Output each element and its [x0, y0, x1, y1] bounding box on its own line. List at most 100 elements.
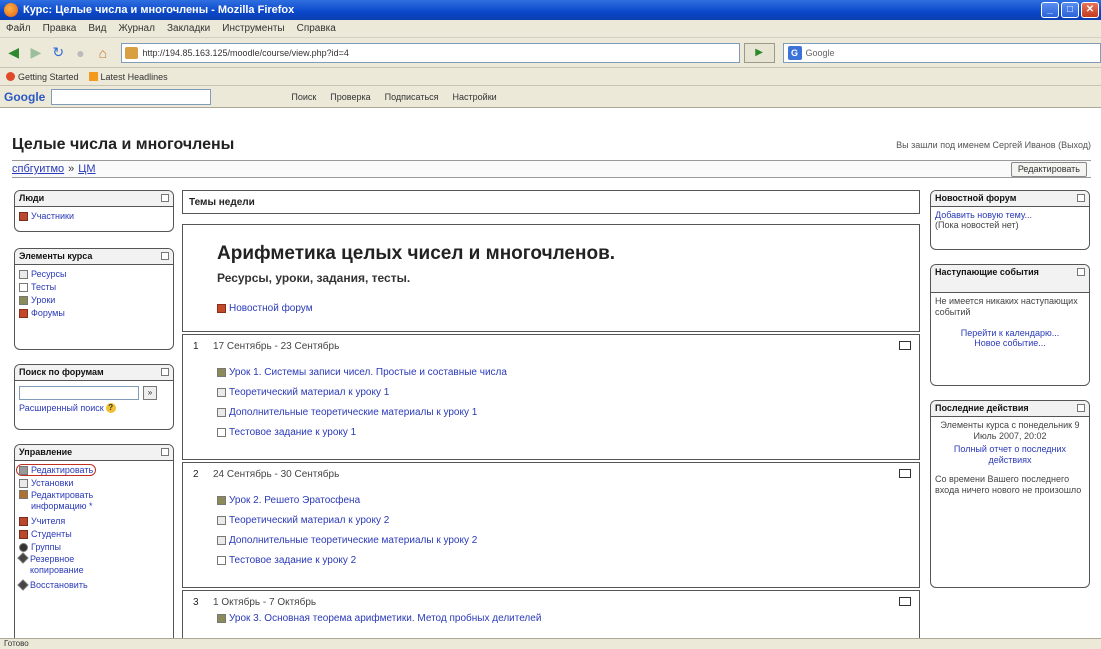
people-block: Люди Участники [14, 190, 174, 232]
link-label: Тесты [31, 282, 57, 292]
link-label: Форумы [31, 308, 65, 318]
google-toolbar-search[interactable] [51, 88, 212, 105]
help-icon[interactable]: ? [105, 403, 116, 413]
forward-arrow-icon[interactable]: ▶ [26, 43, 45, 63]
collapse-toggle-icon[interactable] [1077, 268, 1085, 276]
quiz-link[interactable]: Тестовое задание к уроку 2 [217, 553, 477, 567]
admin-students-link[interactable]: Студенты [19, 528, 169, 540]
firefox-bookmark-icon [6, 72, 15, 81]
bookmark-getting-started[interactable]: Getting Started [6, 72, 79, 82]
menu-view[interactable]: Вид [88, 23, 106, 34]
show-only-this-week-icon[interactable] [899, 341, 911, 350]
news-forum-link[interactable]: Новостной форум [217, 303, 313, 314]
admin-settings-link[interactable]: Установки [19, 477, 169, 489]
restore-icon [17, 579, 29, 591]
resource-link[interactable]: Теоретический материал к уроку 2 [217, 513, 477, 527]
new-event-link[interactable]: Новое событие... [935, 338, 1085, 348]
administration-block: Управление Редактировать Установки Редак… [14, 444, 174, 644]
stop-icon[interactable]: ● [71, 43, 90, 63]
breadcrumb-course[interactable]: ЦМ [78, 163, 95, 175]
quiz-icon [217, 555, 226, 565]
menu-help[interactable]: Справка [297, 23, 336, 34]
go-to-calendar-link[interactable]: Перейти к календарю... [935, 328, 1085, 338]
collapse-toggle-icon[interactable] [1077, 404, 1085, 412]
breadcrumb-separator: » [68, 163, 75, 175]
admin-teachers-link[interactable]: Учителя [19, 515, 169, 527]
admin-restore-link[interactable]: Восстановить [17, 579, 169, 591]
lesson-link[interactable]: Урок 1. Системы записи чисел. Простые и … [217, 365, 507, 379]
section-dates: 1 Октябрь - 7 Октябрь [213, 597, 317, 608]
advanced-search-link[interactable]: Расширенный поиск ? [19, 403, 169, 413]
window-titlebar: Курс: Целые числа и многочлены - Mozilla… [0, 0, 1101, 20]
google-settings-button[interactable]: Настройки [453, 92, 497, 102]
collapse-toggle-icon[interactable] [161, 252, 169, 260]
collapse-toggle-icon[interactable] [1077, 194, 1085, 202]
settings-icon [19, 478, 28, 488]
go-button[interactable]: ▶ [743, 42, 775, 63]
collapse-toggle-icon[interactable] [161, 368, 169, 376]
resources-link[interactable]: Ресурсы [19, 268, 169, 280]
resource-link[interactable]: Дополнительные теоретические материалы к… [217, 405, 507, 419]
search-box[interactable]: G Google [782, 42, 1101, 63]
login-info[interactable]: Вы зашли под именем Сергей Иванов (Выход… [896, 140, 1091, 150]
section-number: 3 [193, 597, 199, 608]
breadcrumb-home[interactable]: спбгуитмо [12, 163, 64, 175]
close-button[interactable]: ✕ [1081, 2, 1099, 18]
quiz-icon [19, 282, 28, 292]
forum-search-input[interactable] [19, 386, 139, 400]
forums-link[interactable]: Форумы [19, 307, 169, 319]
menu-edit[interactable]: Правка [43, 23, 77, 34]
minimize-button[interactable]: _ [1041, 2, 1059, 18]
lesson-link[interactable]: Урок 2. Решето Эратосфена [217, 493, 477, 507]
resource-icon [217, 515, 226, 525]
block-header: Люди [15, 191, 173, 207]
show-only-this-week-icon[interactable] [899, 469, 911, 478]
url-bar[interactable]: http://194.85.163.125/moodle/course/view… [121, 42, 740, 63]
menu-tools[interactable]: Инструменты [222, 23, 284, 34]
google-subscribe-button[interactable]: Подписаться [385, 92, 439, 102]
collapse-toggle-icon[interactable] [161, 448, 169, 456]
google-search-button[interactable]: Поиск [291, 92, 316, 102]
resource-link[interactable]: Теоретический материал к уроку 1 [217, 385, 507, 399]
bookmark-label: Latest Headlines [100, 71, 168, 82]
block-header: Элементы курса [15, 249, 173, 265]
menu-history[interactable]: Журнал [118, 23, 155, 34]
home-icon[interactable]: ⌂ [93, 43, 112, 63]
admin-groups-link[interactable]: Группы [19, 541, 169, 553]
admin-backup-link[interactable]: Резервное копирование [17, 552, 169, 578]
block-title: Элементы курса [19, 251, 93, 261]
add-new-topic-link[interactable]: Добавить новую тему... [935, 210, 1085, 220]
reload-icon[interactable]: ↻ [49, 43, 68, 63]
edit-mode-button[interactable]: Редактировать [1010, 162, 1087, 177]
maximize-button[interactable]: □ [1061, 2, 1079, 18]
block-header: Поиск по форумам [15, 365, 173, 381]
forum-icon [19, 308, 28, 318]
section-number: 2 [193, 469, 199, 480]
forum-search-go-button[interactable]: » [143, 386, 157, 400]
google-check-button[interactable]: Проверка [330, 92, 370, 102]
nothing-new-text: Со времени Вашего последнего входа ничег… [935, 474, 1082, 495]
participants-link[interactable]: Участники [19, 210, 169, 222]
link-label: Урок 1. Системы записи чисел. Простые и … [229, 366, 507, 378]
resource-icon [217, 387, 226, 397]
quizzes-link[interactable]: Тесты [19, 281, 169, 293]
admin-edit-info-link[interactable]: Редактировать информацию * [19, 490, 169, 514]
link-label: Группы [31, 542, 61, 552]
menu-bookmarks[interactable]: Закладки [167, 23, 210, 34]
lessons-link[interactable]: Уроки [19, 294, 169, 306]
link-label: Восстановить [30, 580, 88, 590]
full-report-link[interactable]: Полный отчет о последних действиях [935, 444, 1085, 466]
quiz-link[interactable]: Тестовое задание к уроку 1 [217, 425, 507, 439]
lesson-link[interactable]: Урок 3. Основная теорема арифметики. Мет… [217, 611, 541, 625]
back-arrow-icon[interactable]: ◀ [4, 43, 23, 63]
resource-link[interactable]: Дополнительные теоретические материалы к… [217, 533, 477, 547]
menu-file[interactable]: Файл [6, 23, 31, 34]
admin-edit-link[interactable]: Редактировать [16, 464, 169, 476]
collapse-toggle-icon[interactable] [161, 194, 169, 202]
course-elements-block: Элементы курса Ресурсы Тесты Уроки Форум… [14, 248, 174, 350]
annotation-circle: Редактировать [16, 464, 97, 476]
bookmark-latest-headlines[interactable]: Latest Headlines [88, 71, 168, 82]
students-icon [19, 529, 28, 539]
show-only-this-week-icon[interactable] [899, 597, 911, 606]
lesson-icon [217, 613, 226, 623]
